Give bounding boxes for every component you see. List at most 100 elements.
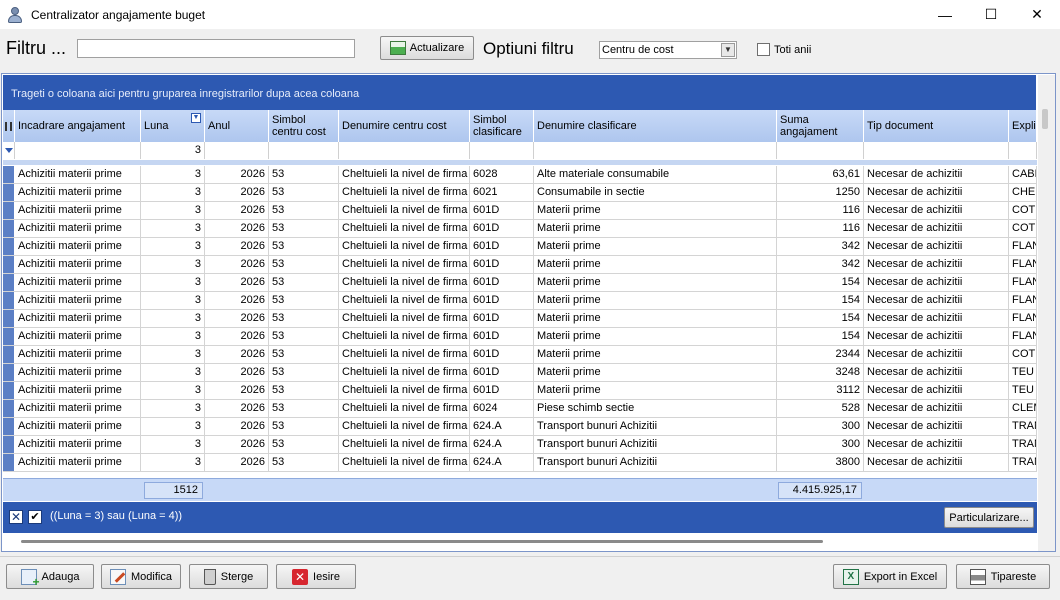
column-header-denumire-clasificare[interactable]: Denumire clasificare [534, 110, 777, 142]
active-filter-text[interactable]: ((Luna = 3) sau (Luna = 4)) [50, 510, 182, 522]
cell-tip-document[interactable]: Necesar de achizitii [864, 256, 1009, 273]
table-row[interactable]: Achizitii materii prime 3 2026 53 Cheltuieli… [3, 364, 1037, 382]
cell-luna[interactable]: 3 [141, 364, 205, 381]
cell-explicatii[interactable]: FLANS [1009, 238, 1037, 255]
cell-anul[interactable]: 2026 [205, 400, 269, 417]
cell-simbol-clasificare[interactable]: 601D [470, 328, 534, 345]
cell-incadrare[interactable]: Achizitii materii prime [15, 382, 141, 399]
clear-filter-icon[interactable]: ✕ [9, 510, 23, 524]
cell-suma-angajament[interactable]: 154 [777, 328, 864, 345]
table-row[interactable]: Achizitii materii prime 3 2026 53 Cheltuieli… [3, 184, 1037, 202]
cell-denumire-clasificare[interactable]: Materii prime [534, 382, 777, 399]
cell-simbol-clasificare[interactable]: 601D [470, 220, 534, 237]
cell-tip-document[interactable]: Necesar de achizitii [864, 400, 1009, 417]
cell-anul[interactable]: 2026 [205, 310, 269, 327]
cell-tip-document[interactable]: Necesar de achizitii [864, 364, 1009, 381]
cell-simbol-centru-cost[interactable]: 53 [269, 184, 339, 201]
cell-incadrare[interactable]: Achizitii materii prime [15, 220, 141, 237]
cell-denumire-centru-cost[interactable]: Cheltuieli la nivel de firma [339, 364, 470, 381]
vscroll-thumb[interactable] [1042, 109, 1048, 129]
cell-suma-angajament[interactable]: 342 [777, 256, 864, 273]
cell-denumire-clasificare[interactable]: Transport bunuri Achizitii [534, 454, 777, 471]
cell-luna[interactable]: 3 [141, 256, 205, 273]
cell-suma-angajament[interactable]: 116 [777, 202, 864, 219]
cell-suma-angajament[interactable]: 154 [777, 310, 864, 327]
cell-denumire-clasificare[interactable]: Alte materiale consumabile [534, 166, 777, 183]
cell-incadrare[interactable]: Achizitii materii prime [15, 184, 141, 201]
cell-anul[interactable]: 2026 [205, 238, 269, 255]
cell-suma-angajament[interactable]: 342 [777, 238, 864, 255]
cell-suma-angajament[interactable]: 3800 [777, 454, 864, 471]
maximize-button[interactable]: ☐ [968, 0, 1014, 29]
cell-suma-angajament[interactable]: 154 [777, 292, 864, 309]
cell-denumire-clasificare[interactable]: Transport bunuri Achizitii [534, 418, 777, 435]
customize-filter-button[interactable]: Particularizare... [944, 507, 1034, 528]
cell-anul[interactable]: 2026 [205, 328, 269, 345]
row-selector[interactable] [3, 238, 15, 255]
row-selector[interactable] [3, 400, 15, 417]
cell-denumire-clasificare[interactable]: Piese schimb sectie [534, 400, 777, 417]
cell-simbol-centru-cost[interactable]: 53 [269, 256, 339, 273]
cell-denumire-centru-cost[interactable]: Cheltuieli la nivel de firma [339, 400, 470, 417]
cell-tip-document[interactable]: Necesar de achizitii [864, 454, 1009, 471]
row-selector[interactable] [3, 202, 15, 219]
filter-enabled-checkbox[interactable]: ✔ [28, 510, 42, 524]
cell-incadrare[interactable]: Achizitii materii prime [15, 400, 141, 417]
cell-anul[interactable]: 2026 [205, 436, 269, 453]
cell-denumire-clasificare[interactable]: Materii prime [534, 292, 777, 309]
filter-cell-denumire-centru-cost[interactable] [339, 142, 470, 159]
cell-incadrare[interactable]: Achizitii materii prime [15, 454, 141, 471]
filter-cell-anul[interactable] [205, 142, 269, 159]
add-button[interactable]: Adauga [6, 564, 94, 589]
cell-simbol-clasificare[interactable]: 624.A [470, 418, 534, 435]
filter-options-select[interactable]: Centru de cost ▼ [599, 41, 737, 59]
cell-luna[interactable]: 3 [141, 436, 205, 453]
cell-simbol-centru-cost[interactable]: 53 [269, 454, 339, 471]
cell-luna[interactable]: 3 [141, 238, 205, 255]
cell-anul[interactable]: 2026 [205, 256, 269, 273]
cell-anul[interactable]: 2026 [205, 202, 269, 219]
filter-cell-simbol-clasificare[interactable] [470, 142, 534, 159]
cell-denumire-clasificare[interactable]: Materii prime [534, 346, 777, 363]
cell-simbol-clasificare[interactable]: 6024 [470, 400, 534, 417]
cell-simbol-clasificare[interactable]: 601D [470, 274, 534, 291]
cell-luna[interactable]: 3 [141, 454, 205, 471]
table-row[interactable]: Achizitii materii prime 3 2026 53 Cheltuieli… [3, 274, 1037, 292]
cell-denumire-clasificare[interactable]: Materii prime [534, 364, 777, 381]
cell-simbol-centru-cost[interactable]: 53 [269, 418, 339, 435]
row-selector[interactable] [3, 436, 15, 453]
cell-luna[interactable]: 3 [141, 310, 205, 327]
cell-simbol-clasificare[interactable]: 601D [470, 202, 534, 219]
cell-suma-angajament[interactable]: 3112 [777, 382, 864, 399]
cell-denumire-clasificare[interactable]: Materii prime [534, 238, 777, 255]
row-selector[interactable] [3, 382, 15, 399]
cell-simbol-clasificare[interactable]: 601D [470, 238, 534, 255]
cell-denumire-centru-cost[interactable]: Cheltuieli la nivel de firma [339, 274, 470, 291]
table-row[interactable]: Achizitii materii prime 3 2026 53 Cheltuieli… [3, 418, 1037, 436]
cell-anul[interactable]: 2026 [205, 292, 269, 309]
cell-denumire-clasificare[interactable]: Materii prime [534, 310, 777, 327]
cell-explicatii[interactable]: COT F [1009, 220, 1037, 237]
cell-simbol-centru-cost[interactable]: 53 [269, 274, 339, 291]
table-row[interactable]: Achizitii materii prime 3 2026 53 Cheltuieli… [3, 256, 1037, 274]
cell-simbol-centru-cost[interactable]: 53 [269, 436, 339, 453]
cell-tip-document[interactable]: Necesar de achizitii [864, 346, 1009, 363]
table-row[interactable]: Achizitii materii prime 3 2026 53 Cheltuieli… [3, 292, 1037, 310]
cell-incadrare[interactable]: Achizitii materii prime [15, 292, 141, 309]
cell-anul[interactable]: 2026 [205, 454, 269, 471]
column-header-luna[interactable]: Luna ▼ [141, 110, 205, 142]
row-selector[interactable] [3, 418, 15, 435]
cell-denumire-centru-cost[interactable]: Cheltuieli la nivel de firma [339, 454, 470, 471]
cell-denumire-clasificare[interactable]: Materii prime [534, 274, 777, 291]
cell-simbol-centru-cost[interactable]: 53 [269, 202, 339, 219]
cell-denumire-centru-cost[interactable]: Cheltuieli la nivel de firma [339, 328, 470, 345]
cell-anul[interactable]: 2026 [205, 382, 269, 399]
filter-cell-simbol-centru-cost[interactable] [269, 142, 339, 159]
table-row[interactable]: Achizitii materii prime 3 2026 53 Cheltuieli… [3, 328, 1037, 346]
cell-anul[interactable]: 2026 [205, 274, 269, 291]
cell-explicatii[interactable]: FLANS [1009, 256, 1037, 273]
filter-cell-suma-angajament[interactable] [777, 142, 864, 159]
edit-button[interactable]: Modifica [101, 564, 181, 589]
cell-anul[interactable]: 2026 [205, 418, 269, 435]
exit-button[interactable]: ✕ Iesire [276, 564, 356, 589]
